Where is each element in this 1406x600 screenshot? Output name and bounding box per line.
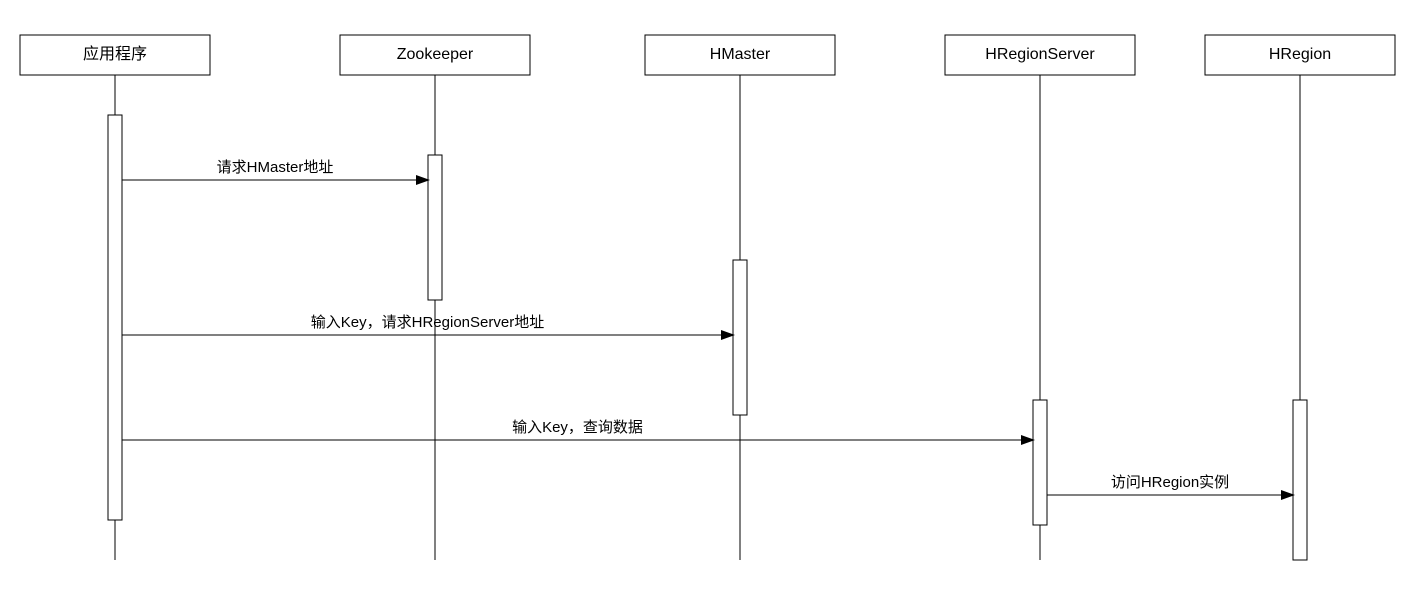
activation-hrs	[1033, 400, 1047, 525]
message-label-2: 输入Key，查询数据	[512, 419, 643, 436]
participant-label-hrs: HRegionServer	[985, 46, 1095, 63]
activation-hr	[1293, 400, 1307, 560]
participant-label-zk: Zookeeper	[397, 46, 474, 63]
participant-label-hr: HRegion	[1269, 46, 1331, 63]
activation-hm	[733, 260, 747, 415]
message-label-3: 访问HRegion实例	[1111, 474, 1229, 491]
participant-label-app: 应用程序	[83, 44, 147, 63]
participant-label-hm: HMaster	[710, 46, 771, 63]
activation-zk	[428, 155, 442, 300]
sequence-diagram: 应用程序 Zookeeper HMaster HRegionServer HRegion…	[0, 0, 1406, 600]
activation-app	[108, 115, 122, 520]
message-label-0: 请求HMaster地址	[217, 159, 334, 176]
message-label-1: 输入Key，请求HRegionServer地址	[311, 314, 544, 331]
